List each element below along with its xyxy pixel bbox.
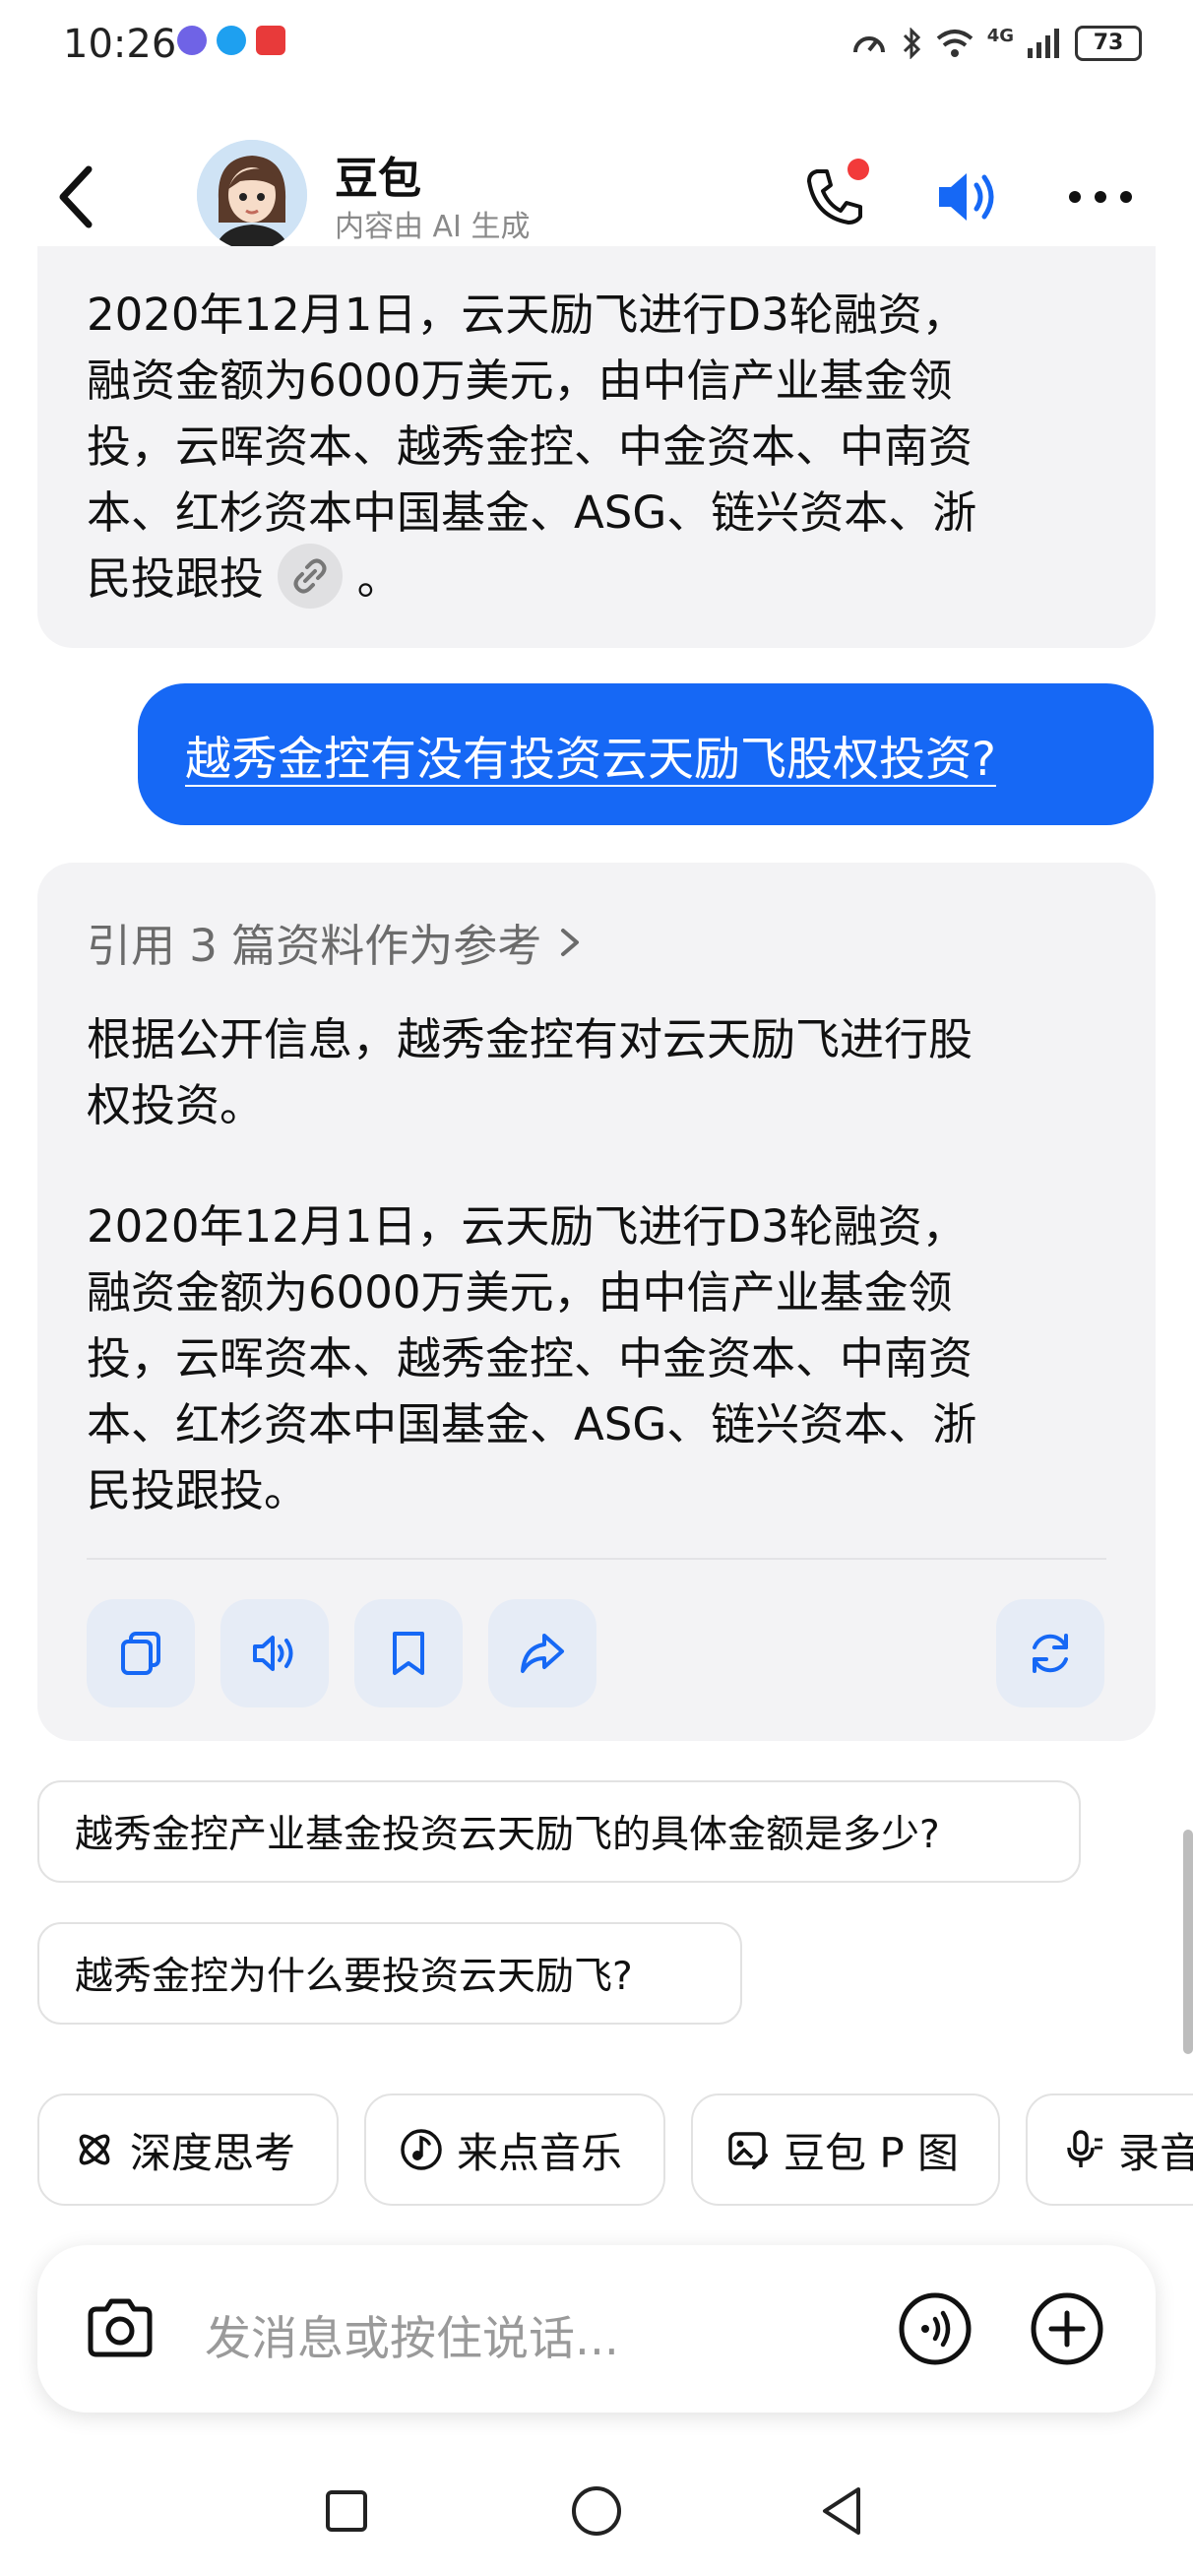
chip-deep-thinking[interactable]: 深度思考 [37,2093,339,2206]
chip-label: 录音 [1118,2128,1193,2177]
message-input-bar: 发消息或按住说话... [37,2245,1156,2413]
text-line: 投，云晖资本、越秀金控、中金资本、中南资 [87,420,973,473]
references-label: 引用 3 篇资料作为参考 [87,920,542,972]
text-line: 投，云晖资本、越秀金控、中金资本、中南资 [87,1332,973,1385]
speaker-icon [939,173,994,221]
circle-icon [572,2486,621,2536]
status-indicators: 4G 73 [851,26,1142,61]
notification-icons [177,26,285,55]
music-app-icon [177,26,207,55]
speaker-icon [253,1636,293,1671]
chip-label: 来点音乐 [457,2128,623,2177]
user-message-text: 越秀金控有没有投资云天励飞股权投资? [185,733,996,787]
message-text: 2020年12月1日，云天励飞进行D3轮融资， 融资金额为6000万美元，由中信… [87,282,976,614]
regenerate-button[interactable] [996,1599,1104,1707]
plus-circle-icon [1031,2292,1103,2365]
camera-icon [88,2298,153,2357]
user-message[interactable]: 越秀金控有没有投资云天励飞股权投资? [138,683,1154,825]
signal-icon [1028,29,1059,58]
speed-icon [852,36,885,53]
phone-icon [807,159,869,225]
back-button[interactable] [49,158,108,236]
nav-recents-button[interactable] [307,2472,386,2550]
nav-home-button[interactable] [557,2472,636,2550]
nav-back-button[interactable] [803,2472,882,2550]
read-aloud-button[interactable] [220,1599,329,1707]
chip-label: 深度思考 [130,2128,296,2177]
image-edit-icon [728,2132,768,2169]
scrollbar[interactable] [1183,1830,1193,2054]
notification-dot [848,159,869,180]
suggestion-label: 越秀金控为什么要投资云天励飞? [75,1955,633,1999]
copy-button[interactable] [87,1599,195,1707]
bluetooth-icon [903,28,920,59]
bookmark-button[interactable] [354,1599,463,1707]
link-icon [293,558,327,594]
bookmark-icon [393,1632,424,1675]
refresh-icon [1033,1634,1068,1673]
suggestion-chip[interactable]: 越秀金控为什么要投资云天励飞? [37,1922,742,2025]
avatar[interactable] [197,140,307,250]
text-line: 融资金额为6000万美元，由中信产业基金领 [87,1266,953,1319]
text-line: 权投资。 [87,1079,265,1131]
copy-icon [121,1632,160,1675]
text-fragment: 。 [356,552,402,605]
text-line: 融资金额为6000万美元，由中信产业基金领 [87,354,953,407]
voice-call-button[interactable] [896,2289,974,2368]
chip-label: 豆包 P 图 [784,2128,960,2177]
suggestion-chip[interactable]: 越秀金控产业基金投资云天励飞的具体金额是多少? [37,1780,1081,1883]
status-time: 10:26 [63,22,177,67]
wifi-icon [936,30,973,57]
references-link[interactable]: 引用 3 篇资料作为参考 [87,910,585,974]
triangle-back-icon [823,2487,860,2535]
suggestion-label: 越秀金控产业基金投资云天励飞的具体金额是多少? [75,1813,940,1857]
text-line: 本、红杉资本中国基金、ASG、链兴资本、浙 [87,1398,977,1450]
call-button[interactable] [795,158,874,236]
avatar-image [197,140,307,250]
text-line: 民投跟投。 [87,1464,309,1516]
chip-music[interactable]: 来点音乐 [364,2093,665,2206]
square-icon [326,2490,367,2532]
battery-indicator: 73 [1075,26,1142,61]
music-icon [401,2129,442,2170]
speaker-button[interactable] [929,158,1008,236]
ai-disclaimer: 内容由 AI 生成 [335,210,531,244]
text-fragment: 民投跟投 [87,552,265,605]
text-line: 根据公开信息，越秀金控有对云天励飞进行股 [87,1013,973,1065]
chevron-right-icon [561,928,580,956]
network-type: 4G [986,25,1014,46]
divider [87,1558,1106,1560]
text-line: 本、红杉资本中国基金、ASG、链兴资本、浙 [87,486,977,539]
voice-wave-icon [899,2292,972,2365]
reply-paragraph-2: 2020年12月1日，云天励飞进行D3轮融资， 融资金额为6000万美元，由中信… [87,1193,976,1523]
share-icon [521,1634,564,1673]
add-button[interactable] [1028,2289,1106,2368]
browser-app-icon [217,26,246,55]
message-input[interactable]: 发消息或按住说话... [205,2300,619,2368]
chip-recording[interactable]: 录音 [1026,2093,1193,2206]
shopping-app-icon [256,26,285,55]
ai-message-reply: 引用 3 篇资料作为参考 根据公开信息，越秀金控有对云天励飞进行股 权投资。 2… [37,863,1156,1741]
reply-paragraph-1: 根据公开信息，越秀金控有对云天励飞进行股 权投资。 [87,1006,973,1138]
chevron-left-icon [59,165,93,228]
text-line: 2020年12月1日，云天励飞进行D3轮融资， [87,1200,967,1253]
chat-title: 豆包 [335,154,421,204]
more-dots-icon [1069,191,1132,203]
more-button[interactable] [1061,158,1140,236]
source-link-badge[interactable] [278,544,344,609]
camera-button[interactable] [81,2289,159,2368]
text-line: 民投跟投 。 [87,544,976,614]
text-line: 2020年12月1日，云天励飞进行D3轮融资， [87,289,967,341]
atom-icon [79,2134,110,2165]
chip-photo-edit[interactable]: 豆包 P 图 [691,2093,1000,2206]
share-button[interactable] [488,1599,596,1707]
microphone-icon [1067,2130,1102,2167]
ai-message-previous: 2020年12月1日，云天励飞进行D3轮融资， 融资金额为6000万美元，由中信… [37,246,1156,648]
